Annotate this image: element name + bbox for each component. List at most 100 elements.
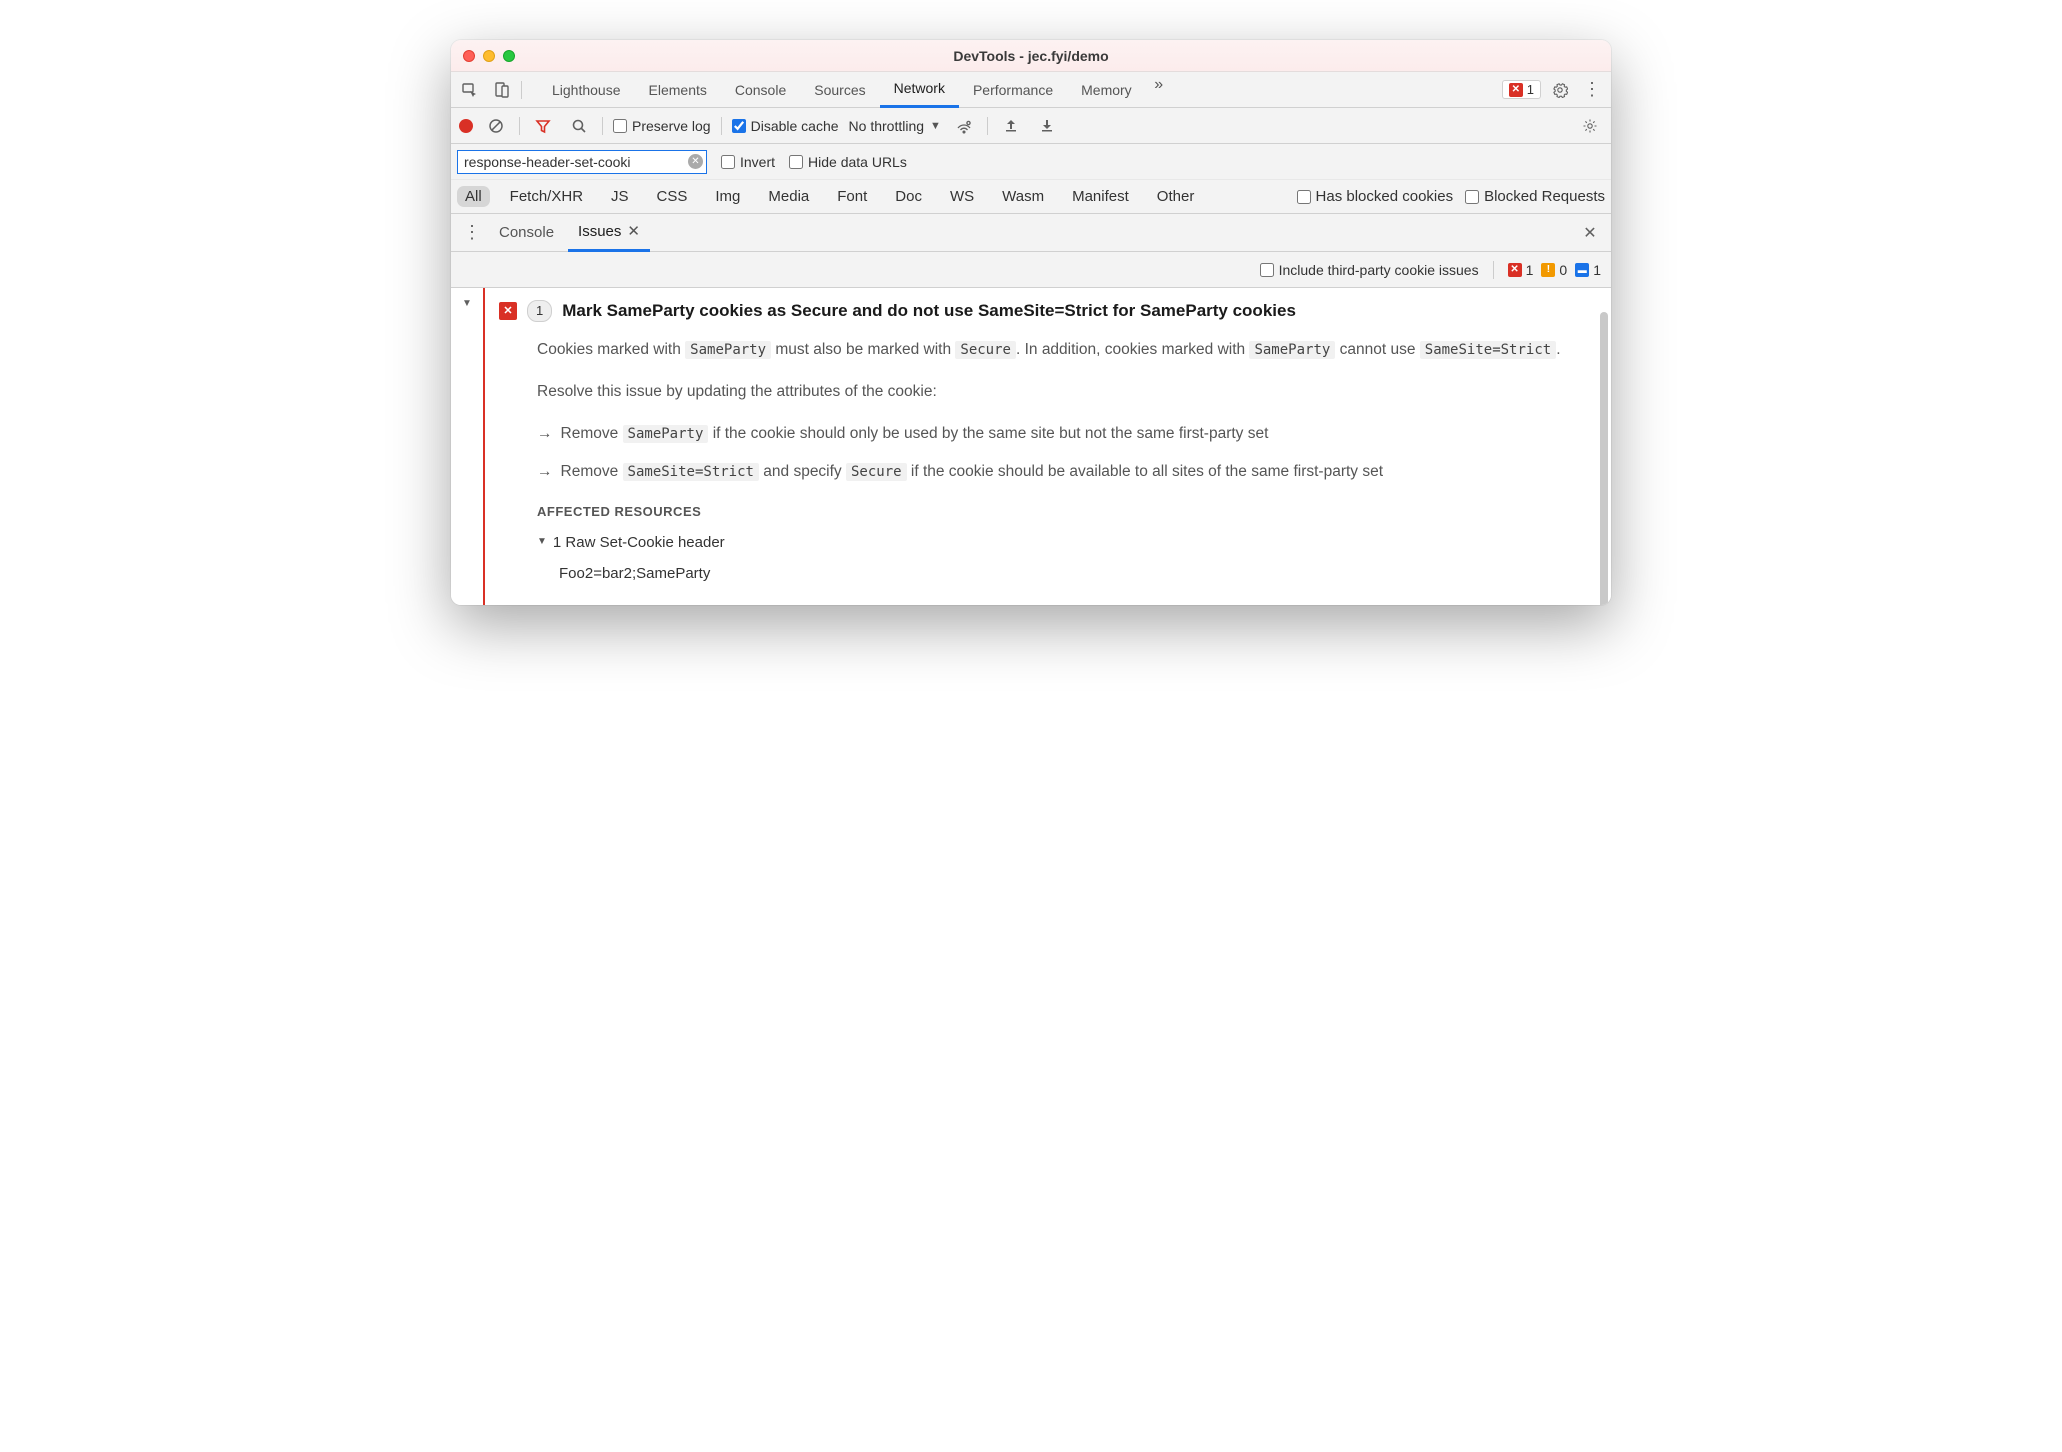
info-icon: ▬ — [1575, 263, 1589, 277]
divider — [602, 117, 603, 135]
chevron-down-icon: ▼ — [930, 120, 941, 132]
filter-input[interactable] — [457, 150, 707, 174]
divider — [1493, 261, 1494, 279]
type-fetch-xhr[interactable]: Fetch/XHR — [502, 186, 591, 207]
upload-har-icon[interactable] — [998, 113, 1024, 139]
include-third-party-checkbox[interactable]: Include third-party cookie issues — [1260, 262, 1479, 278]
filter-row: ✕ Invert Hide data URLs — [451, 144, 1611, 180]
affected-resources: ▼ 1 Raw Set-Cookie header Foo2=bar2;Same… — [537, 531, 1591, 586]
preserve-log-label: Preserve log — [632, 118, 711, 134]
clear-icon[interactable] — [483, 113, 509, 139]
chevron-down-icon: ▼ — [537, 534, 547, 550]
tab-lighthouse[interactable]: Lighthouse — [538, 72, 635, 108]
type-css[interactable]: CSS — [649, 186, 696, 207]
tab-sources[interactable]: Sources — [800, 72, 879, 108]
blocked-requests-label: Blocked Requests — [1484, 188, 1605, 205]
invert-checkbox[interactable]: Invert — [721, 154, 775, 170]
divider — [519, 117, 520, 135]
blocked-requests-checkbox[interactable]: Blocked Requests — [1465, 188, 1605, 205]
resolution-step-1: → Remove SameParty if the cookie should … — [537, 422, 1591, 446]
inspect-element-icon[interactable] — [457, 77, 483, 103]
drawer-tabs: ⋮ Console Issues ✕ ✕ — [451, 214, 1611, 252]
disable-cache-checkbox[interactable]: Disable cache — [732, 118, 839, 134]
drawer-tab-console[interactable]: Console — [489, 214, 564, 252]
titlebar: DevTools - jec.fyi/demo — [451, 40, 1611, 72]
network-controls: Preserve log Disable cache No throttling… — [451, 108, 1611, 144]
invert-label: Invert — [740, 154, 775, 170]
close-tab-icon[interactable]: ✕ — [627, 222, 640, 240]
issues-filter-bar: Include third-party cookie issues ✕ 1 ! … — [451, 252, 1611, 288]
type-img[interactable]: Img — [707, 186, 748, 207]
type-manifest[interactable]: Manifest — [1064, 186, 1137, 207]
type-other[interactable]: Other — [1149, 186, 1203, 207]
hide-data-urls-label: Hide data URLs — [808, 154, 907, 170]
record-button[interactable] — [459, 119, 473, 133]
affected-resource-header[interactable]: ▼ 1 Raw Set-Cookie header — [537, 531, 1591, 554]
filter-icon[interactable] — [530, 113, 556, 139]
issue-panel: ▼ ✕ 1 Mark SameParty cookies as Secure a… — [451, 288, 1611, 605]
divider — [521, 81, 522, 99]
tab-performance[interactable]: Performance — [959, 72, 1067, 108]
drawer-tab-issues[interactable]: Issues ✕ — [568, 214, 650, 252]
network-conditions-icon[interactable] — [951, 113, 977, 139]
scrollbar[interactable] — [1600, 312, 1608, 605]
issue-main: ✕ 1 Mark SameParty cookies as Secure and… — [485, 288, 1611, 605]
settings-icon[interactable] — [1547, 77, 1573, 103]
tab-memory[interactable]: Memory — [1067, 72, 1146, 108]
tab-console[interactable]: Console — [721, 72, 800, 108]
divider — [721, 117, 722, 135]
include-third-party-label: Include third-party cookie issues — [1279, 262, 1479, 278]
close-drawer-icon[interactable]: ✕ — [1577, 220, 1603, 246]
info-issue-count[interactable]: ▬ 1 — [1575, 262, 1601, 278]
main-toolbar: Lighthouse Elements Console Sources Netw… — [451, 72, 1611, 108]
kebab-menu-icon[interactable]: ⋮ — [1579, 77, 1605, 103]
devtools-window: DevTools - jec.fyi/demo Lighthouse Eleme… — [451, 40, 1611, 605]
arrow-icon: → — [537, 460, 553, 484]
hide-data-urls-checkbox[interactable]: Hide data URLs — [789, 154, 907, 170]
device-toolbar-icon[interactable] — [489, 77, 515, 103]
type-all[interactable]: All — [457, 186, 490, 207]
error-icon: ✕ — [1509, 83, 1523, 97]
has-blocked-cookies-label: Has blocked cookies — [1316, 188, 1454, 205]
type-ws[interactable]: WS — [942, 186, 982, 207]
type-media[interactable]: Media — [760, 186, 817, 207]
arrow-icon: → — [537, 422, 553, 446]
error-icon: ✕ — [1508, 263, 1522, 277]
issue-title: Mark SameParty cookies as Secure and do … — [562, 298, 1296, 324]
type-font[interactable]: Font — [829, 186, 875, 207]
drawer-kebab-icon[interactable]: ⋮ — [459, 220, 485, 246]
type-filter-row: All Fetch/XHR JS CSS Img Media Font Doc … — [451, 180, 1611, 214]
issue-description: Cookies marked with SameParty must also … — [499, 338, 1591, 585]
type-js[interactable]: JS — [603, 186, 637, 207]
more-tabs-icon[interactable]: » — [1146, 72, 1172, 98]
tab-elements[interactable]: Elements — [635, 72, 721, 108]
divider — [987, 117, 988, 135]
type-wasm[interactable]: Wasm — [994, 186, 1052, 207]
clear-filter-icon[interactable]: ✕ — [688, 154, 703, 169]
panel-tabs: Lighthouse Elements Console Sources Netw… — [538, 72, 1172, 108]
issue-header[interactable]: ✕ 1 Mark SameParty cookies as Secure and… — [499, 298, 1591, 324]
warning-issue-count[interactable]: ! 0 — [1541, 262, 1567, 278]
issue-count-pill: 1 — [527, 300, 552, 322]
warning-icon: ! — [1541, 263, 1555, 277]
throttling-value: No throttling — [849, 118, 924, 134]
preserve-log-checkbox[interactable]: Preserve log — [613, 118, 711, 134]
issue-counts: ✕ 1 ! 0 ▬ 1 — [1508, 262, 1601, 278]
collapse-icon[interactable]: ▼ — [462, 298, 472, 309]
issue-severity-icon: ✕ — [499, 302, 517, 320]
type-doc[interactable]: Doc — [887, 186, 930, 207]
network-settings-icon[interactable] — [1577, 113, 1603, 139]
download-har-icon[interactable] — [1034, 113, 1060, 139]
has-blocked-cookies-checkbox[interactable]: Has blocked cookies — [1297, 188, 1454, 205]
error-count-badge[interactable]: ✕ 1 — [1502, 80, 1541, 99]
throttling-select[interactable]: No throttling ▼ — [849, 118, 941, 134]
window-title: DevTools - jec.fyi/demo — [451, 48, 1611, 64]
affected-resources-label: AFFECTED RESOURCES — [537, 502, 1591, 522]
error-issue-count[interactable]: ✕ 1 — [1508, 262, 1534, 278]
resolution-step-2: → Remove SameSite=Strict and specify Sec… — [537, 460, 1591, 484]
affected-resource-detail: Foo2=bar2;SameParty — [537, 554, 1591, 585]
tab-network[interactable]: Network — [880, 72, 959, 108]
issue-gutter: ▼ — [451, 288, 485, 605]
search-icon[interactable] — [566, 113, 592, 139]
drawer-tab-issues-label: Issues — [578, 223, 621, 240]
